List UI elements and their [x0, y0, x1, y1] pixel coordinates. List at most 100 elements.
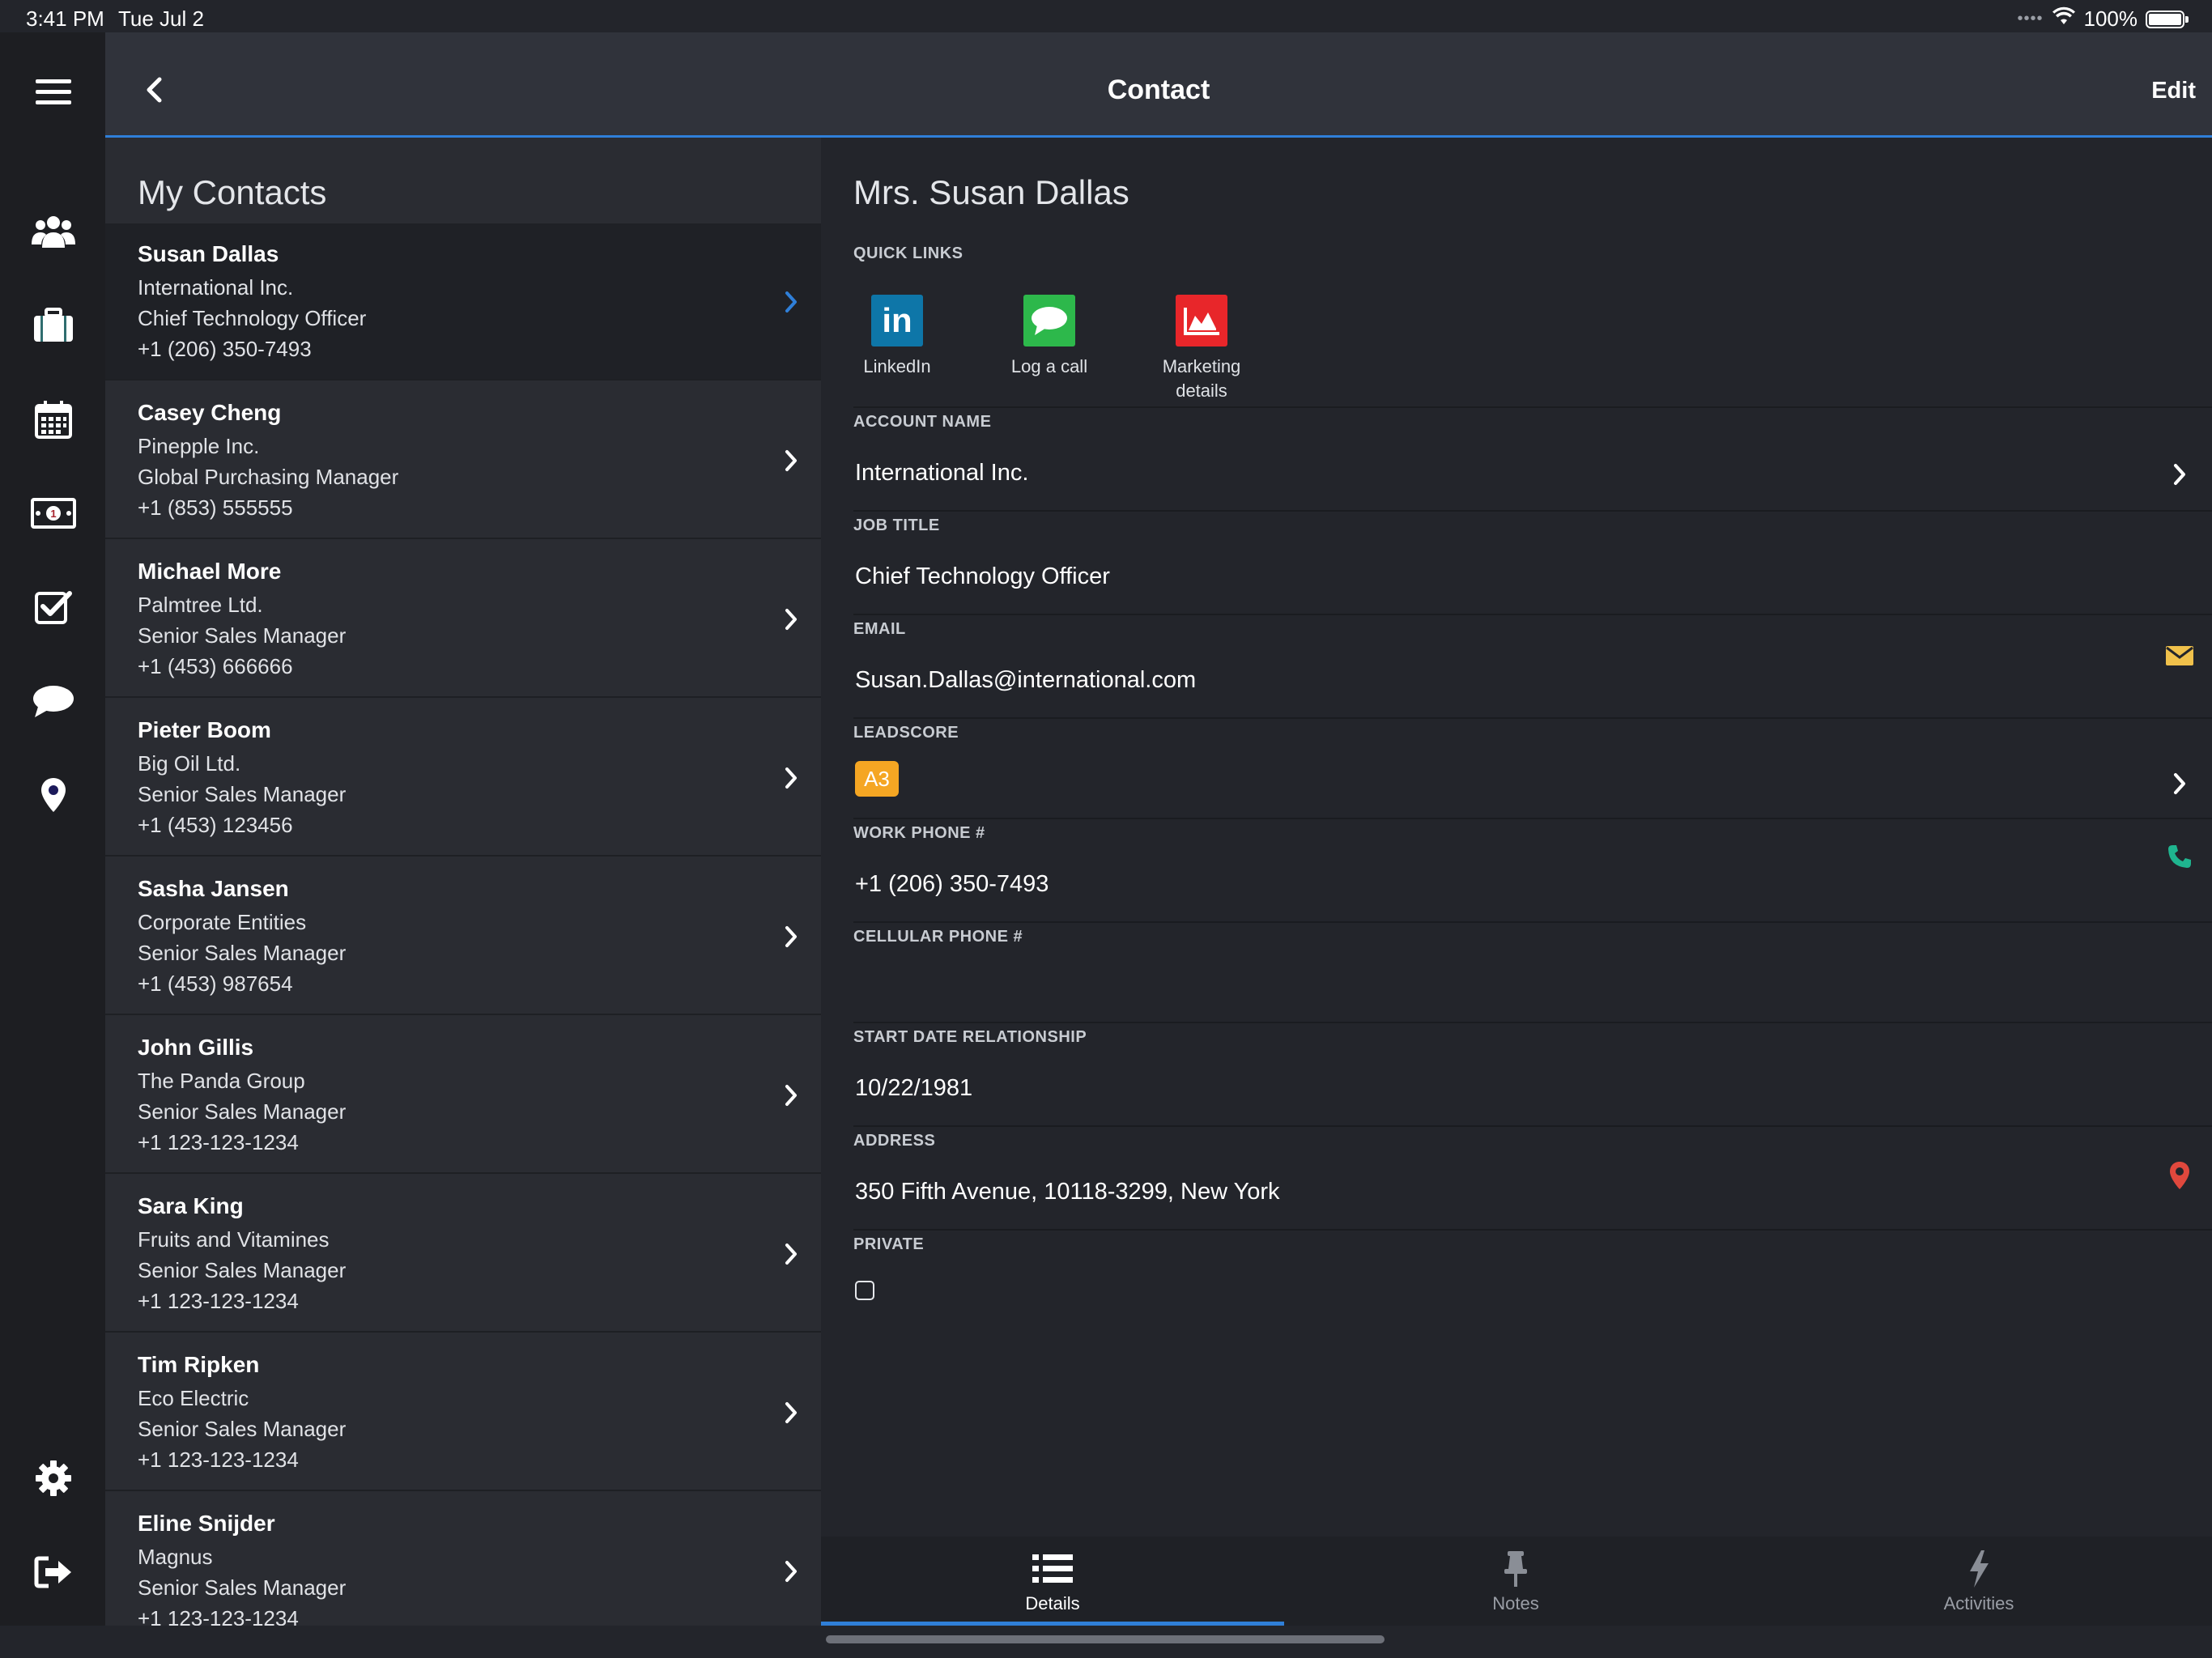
chat-bubble-icon [33, 686, 74, 717]
quick-link-log-call[interactable]: Log a call [985, 295, 1114, 379]
chevron-right-icon [779, 606, 803, 633]
settings-gear-icon[interactable] [13, 1438, 94, 1519]
quick-link-label: LinkedIn [863, 356, 931, 376]
map-pin-icon[interactable] [2162, 1158, 2197, 1193]
briefcase-icon [34, 308, 73, 342]
edit-button[interactable]: Edit [2151, 78, 2196, 104]
address-label: ADDRESS [853, 1132, 936, 1150]
contact-list-item[interactable]: John Gillis The Panda Group Senior Sales M… [105, 1017, 821, 1174]
cellular-signal-icon: •••• [2017, 10, 2044, 28]
nav-calendar-tile[interactable] [13, 379, 94, 460]
contact-job-title: Senior Sales Manager [138, 782, 347, 806]
field-divider [853, 1022, 2212, 1023]
active-tab-indicator [821, 1622, 1284, 1626]
phone-icon[interactable] [2162, 839, 2197, 874]
contact-list-item[interactable]: Sara King Fruits and Vitamines Senior Sale… [105, 1175, 821, 1333]
email-envelope-icon[interactable] [2162, 638, 2197, 674]
contact-name: Sasha Jansen [138, 876, 289, 901]
checkbox-checked-icon [35, 591, 72, 624]
field-divider [853, 1229, 2212, 1231]
linkedin-icon: in [871, 295, 923, 346]
quick-links-label: QUICK LINKS [853, 244, 963, 262]
work-phone-value[interactable]: +1 (206) 350-7493 [855, 871, 1049, 898]
nav-tasks-tile[interactable] [13, 567, 94, 648]
chevron-right-icon [779, 764, 803, 792]
nav-messages-tile[interactable] [13, 661, 94, 742]
contact-company: Fruits and Vitamines [138, 1227, 330, 1252]
start-date-value: 10/22/1981 [855, 1075, 973, 1101]
nav-contacts-tile[interactable] [13, 191, 94, 272]
hamburger-menu-icon[interactable] [13, 52, 94, 133]
email-value[interactable]: Susan.Dallas@international.com [855, 667, 1196, 694]
chevron-right-icon [779, 447, 803, 474]
account-name-label: ACCOUNT NAME [853, 413, 992, 431]
contact-job-title: Senior Sales Manager [138, 623, 347, 648]
job-title-value: Chief Technology Officer [855, 563, 1110, 589]
contact-name: Casey Cheng [138, 400, 282, 425]
contact-phone: +1 (853) 555555 [138, 495, 293, 520]
contact-phone: +1 123-123-1234 [138, 1448, 299, 1472]
money-icon: 1 [31, 498, 76, 529]
contact-list-item[interactable]: Tim Ripken Eco Electric Senior Sales Manag… [105, 1334, 821, 1491]
status-date: Tue Jul 2 [118, 6, 204, 31]
contact-list-item[interactable]: Eline Snijder Magnus Senior Sales Manager +… [105, 1493, 821, 1626]
account-name-value[interactable]: International Inc. [855, 460, 1028, 487]
chevron-right-icon [779, 1082, 803, 1109]
field-divider [853, 510, 2212, 512]
field-divider [853, 921, 2212, 923]
tab-details[interactable]: Details [821, 1537, 1284, 1626]
nav-accounts-tile[interactable] [13, 285, 94, 366]
chevron-right-icon [779, 923, 803, 950]
contact-name: Susan Dallas [138, 241, 279, 266]
chevron-right-icon [779, 1240, 803, 1268]
contact-list-item[interactable]: Susan Dallas International Inc. Chief Tech… [105, 223, 821, 380]
users-icon [32, 216, 75, 248]
contact-phone: +1 (453) 666666 [138, 654, 293, 678]
address-value[interactable]: 350 Fifth Avenue, 10118-3299, New York [855, 1179, 1280, 1205]
contact-list-item[interactable]: Sasha Jansen Corporate Entities Senior Sal… [105, 858, 821, 1015]
quick-link-linkedin[interactable]: in LinkedIn [832, 295, 962, 379]
tab-activities[interactable]: Activities [1747, 1537, 2210, 1626]
chevron-right-icon [779, 1558, 803, 1585]
job-title-label: JOB TITLE [853, 517, 940, 534]
contact-detail-pane: Mrs. Susan Dallas QUICK LINKS in LinkedI… [821, 138, 2212, 1537]
home-indicator [826, 1635, 1385, 1643]
contact-name: Michael More [138, 559, 282, 584]
account-chevron-right-icon[interactable] [2162, 457, 2197, 492]
wifi-icon [2052, 6, 2076, 32]
battery-percentage: 100% [2083, 6, 2138, 31]
contact-list-item[interactable]: Pieter Boom Big Oil Ltd. Senior Sales Mana… [105, 699, 821, 857]
leadscore-chevron-right-icon[interactable] [2162, 766, 2197, 801]
tab-label: Details [1025, 1593, 1080, 1613]
contact-phone: +1 123-123-1234 [138, 1606, 299, 1626]
contact-list-pane: My Contacts Susan Dallas International In… [105, 138, 821, 1626]
leadscore-badge: A3 [855, 761, 899, 797]
logout-icon[interactable] [13, 1532, 94, 1613]
status-time: 3:41 PM [26, 6, 104, 31]
contact-company: Big Oil Ltd. [138, 751, 241, 776]
contact-phone: +1 (453) 123456 [138, 813, 293, 837]
contact-phone: +1 (453) 987654 [138, 971, 293, 996]
contact-list-item[interactable]: Casey Cheng Pinepple Inc. Global Purchasin… [105, 382, 821, 539]
contact-phone: +1 123-123-1234 [138, 1130, 299, 1154]
private-checkbox[interactable] [855, 1281, 874, 1300]
nav-locations-tile[interactable] [13, 755, 94, 835]
tab-notes[interactable]: Notes [1284, 1537, 1747, 1626]
contact-job-title: Senior Sales Manager [138, 1417, 347, 1441]
field-divider [853, 818, 2212, 819]
contact-name: Tim Ripken [138, 1352, 260, 1377]
quick-link-label: Marketing details [1162, 356, 1241, 401]
tab-bar: Details Notes Activities [821, 1537, 2212, 1626]
app-sidebar: 1 [0, 32, 105, 1626]
contact-company: Palmtree Ltd. [138, 593, 263, 617]
status-indicators: •••• 100% [2017, 6, 2189, 32]
start-date-label: START DATE RELATIONSHIP [853, 1028, 1087, 1046]
contact-job-title: Senior Sales Manager [138, 1099, 347, 1124]
map-pin-icon [41, 778, 66, 812]
navigation-bar: Contact Edit [105, 32, 2212, 138]
nav-opportunities-tile[interactable]: 1 [13, 473, 94, 554]
contact-name: Sara King [138, 1193, 244, 1218]
contact-company: Corporate Entities [138, 910, 307, 934]
quick-link-marketing-details[interactable]: Marketing details [1137, 295, 1266, 403]
contact-list-item[interactable]: Michael More Palmtree Ltd. Senior Sales Ma… [105, 541, 821, 698]
